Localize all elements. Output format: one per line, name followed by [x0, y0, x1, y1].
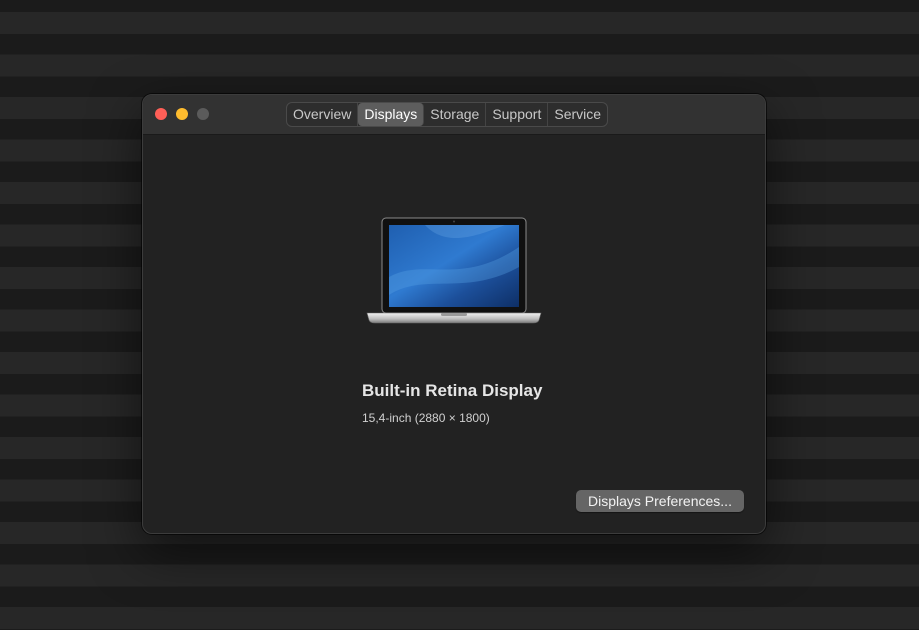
close-window-button[interactable] [155, 108, 167, 120]
tab-service[interactable]: Service [548, 103, 607, 126]
macbook-pro-laptop-icon [366, 217, 542, 324]
display-size: 15,4-inch (2880 × 1800) [362, 411, 490, 425]
displays-preferences-button[interactable]: Displays Preferences... [576, 490, 744, 512]
about-this-mac-window: Overview Displays Storage Support Servic… [142, 94, 766, 534]
minimize-window-button[interactable] [176, 108, 188, 120]
display-name: Built-in Retina Display [362, 381, 543, 400]
tab-bar: Overview Displays Storage Support Servic… [286, 102, 609, 127]
tab-overview[interactable]: Overview [287, 103, 359, 126]
title-bar: Overview Displays Storage Support Servic… [143, 95, 765, 135]
tab-support[interactable]: Support [486, 103, 549, 126]
tab-storage[interactable]: Storage [424, 103, 487, 126]
tab-displays[interactable]: Displays [358, 103, 425, 126]
zoom-window-button[interactable] [197, 108, 209, 120]
